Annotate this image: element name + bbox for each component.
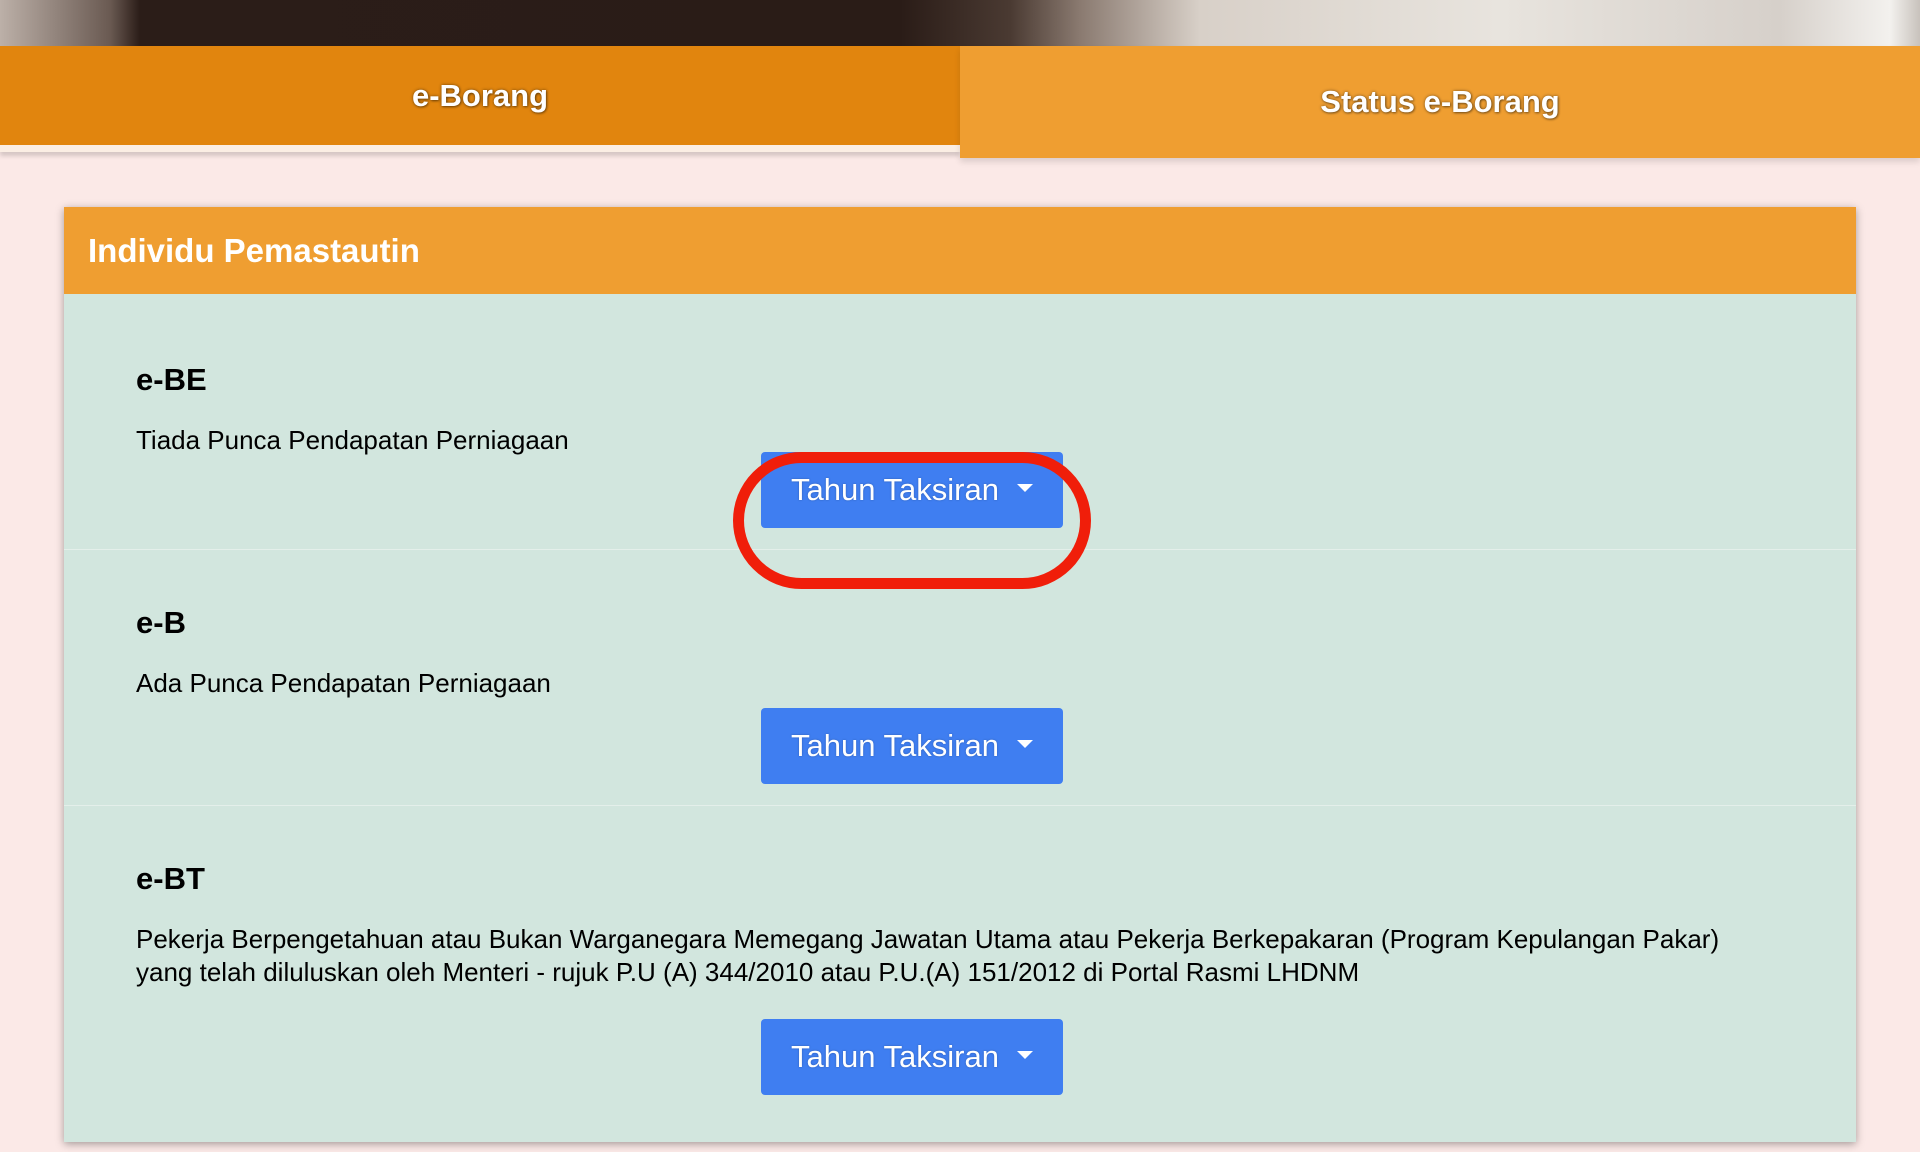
tab-status-e-borang-label: Status e-Borang bbox=[1320, 84, 1560, 119]
section-title: e-BT bbox=[136, 861, 205, 896]
button-label: Tahun Taksiran bbox=[791, 1039, 999, 1074]
section-title: e-B bbox=[136, 605, 186, 640]
individu-pemastautin-card: Individu Pemastautin e-BE Tiada Punca Pe… bbox=[64, 207, 1856, 1142]
section-e-bt: e-BT Pekerja Berpengetahuan atau Bukan W… bbox=[64, 806, 1856, 1142]
tab-e-borang[interactable]: e-Borang bbox=[0, 46, 960, 152]
hero-image-strip bbox=[0, 0, 1920, 46]
section-title: e-BE bbox=[136, 362, 207, 397]
card-header: Individu Pemastautin bbox=[64, 207, 1856, 294]
section-e-b: e-B Ada Punca Pendapatan Perniagaan Tahu… bbox=[64, 550, 1856, 806]
button-label: Tahun Taksiran bbox=[791, 472, 999, 507]
tahun-taksiran-dropdown-button-e-b[interactable]: Tahun Taksiran bbox=[761, 708, 1063, 784]
caret-down-icon bbox=[1016, 484, 1033, 492]
caret-down-icon bbox=[1016, 1051, 1033, 1059]
button-label: Tahun Taksiran bbox=[791, 728, 999, 763]
section-e-be: e-BE Tiada Punca Pendapatan Perniagaan T… bbox=[64, 294, 1856, 550]
tab-e-borang-label: e-Borang bbox=[411, 77, 549, 113]
tab-status-e-borang[interactable]: Status e-Borang bbox=[960, 46, 1920, 158]
caret-down-icon bbox=[1016, 740, 1033, 748]
tahun-taksiran-dropdown-button-e-be[interactable]: Tahun Taksiran bbox=[761, 452, 1063, 528]
card-title: Individu Pemastautin bbox=[88, 231, 420, 269]
section-description: Ada Punca Pendapatan Perniagaan bbox=[136, 668, 551, 698]
tahun-taksiran-dropdown-button-e-bt[interactable]: Tahun Taksiran bbox=[761, 1019, 1063, 1095]
tab-bar: e-Borang Status e-Borang bbox=[0, 46, 1920, 158]
section-description: Pekerja Berpengetahuan atau Bukan Wargan… bbox=[136, 924, 1720, 987]
